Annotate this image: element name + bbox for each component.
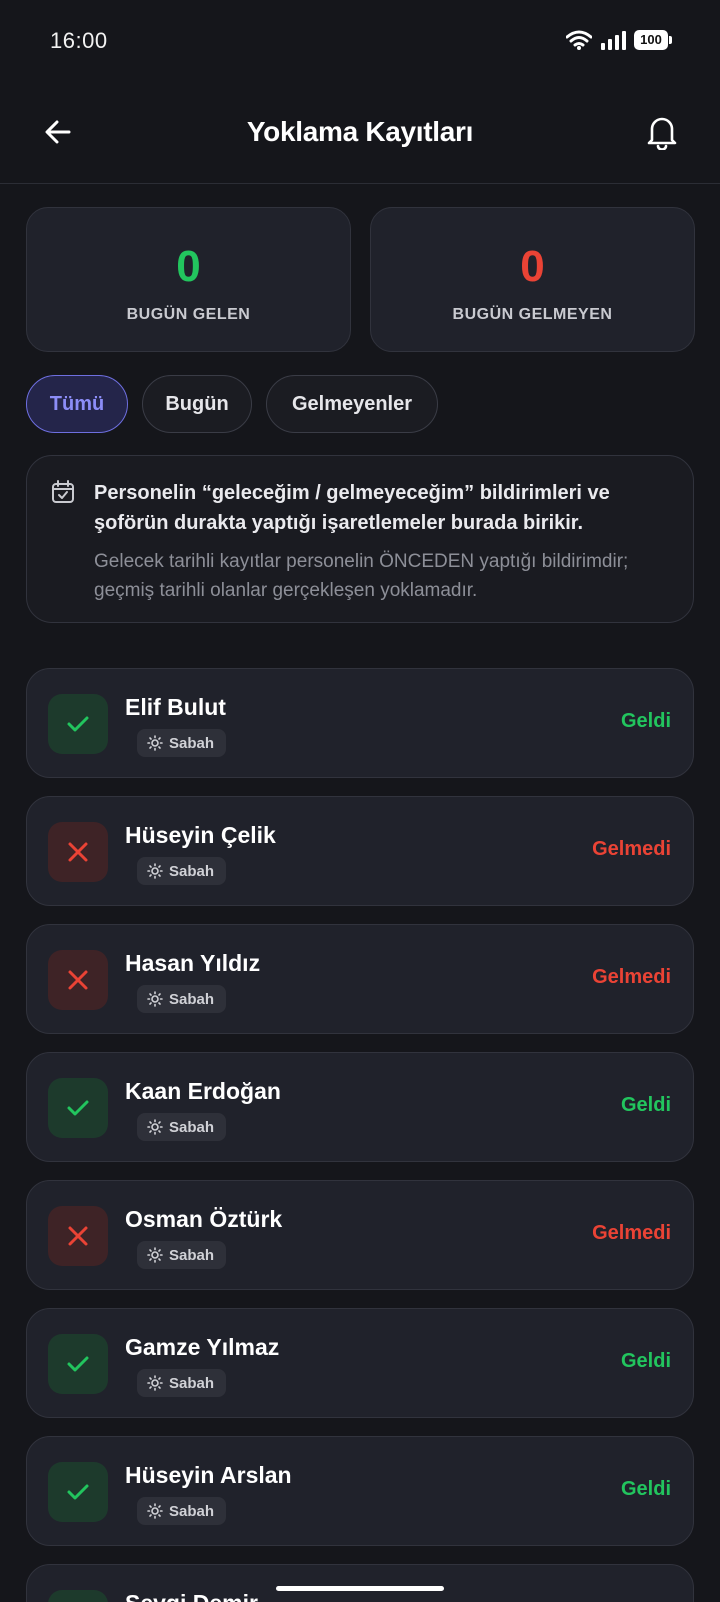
filter-chip-all[interactable]: Tümü [26, 375, 128, 433]
sun-icon [147, 991, 163, 1007]
shift-badge: Sabah [137, 1241, 227, 1269]
attendance-status-icon [48, 1462, 108, 1522]
attendance-record[interactable]: Kaan Erdoğan Sabah Geldi [26, 1052, 694, 1162]
attendance-status-icon [48, 950, 108, 1010]
wifi-icon [566, 30, 592, 50]
home-indicator[interactable] [276, 1586, 444, 1591]
attendance-status-icon [48, 1078, 108, 1138]
check-icon [67, 716, 89, 732]
status-icons: 100 [566, 30, 672, 50]
sun-icon [147, 1375, 163, 1391]
battery-indicator: 100 [634, 30, 672, 50]
check-icon [67, 1484, 89, 1500]
record-status: Geldi [620, 1478, 671, 1500]
attendance-status-icon [48, 822, 108, 882]
sun-icon [147, 1119, 163, 1135]
signal-icon [601, 31, 626, 50]
status-time: 16:00 [50, 28, 108, 53]
shift-badge: Sabah [137, 1497, 227, 1525]
attendance-record[interactable]: Hasan Yıldız Sabah Gelmedi [26, 924, 694, 1034]
stat-came-label: BUGÜN GELEN [126, 306, 251, 323]
attendance-status-icon [48, 694, 108, 754]
attendance-record[interactable]: Osman Öztürk Sabah Gelmedi [26, 1180, 694, 1290]
shift-badge: Sabah [137, 1369, 227, 1397]
shift-badge: Sabah [137, 729, 227, 757]
shift-badge: Sabah [137, 857, 227, 885]
shift-label: Sabah [169, 862, 215, 880]
filter-chip-absentees[interactable]: Gelmeyenler [266, 375, 438, 433]
record-status: Gelmedi [592, 966, 671, 988]
bell-icon [647, 117, 677, 150]
sun-icon [147, 1247, 163, 1263]
attendance-record[interactable]: Hüseyin Çelik Sabah Gelmedi [26, 796, 694, 906]
record-name: Hüseyin Çelik [125, 822, 276, 848]
info-sub-text: Gelecek tarihli kayıtlar personelin ÖNCE… [94, 551, 629, 601]
close-icon [68, 970, 88, 990]
attendance-status-icon [48, 1334, 108, 1394]
stat-came-value: 0 [176, 242, 201, 291]
attendance-status-icon [48, 1206, 108, 1266]
shift-label: Sabah [169, 1374, 215, 1392]
attendance-record[interactable]: Gamze Yılmaz Sabah Geldi [26, 1308, 694, 1418]
sun-icon [147, 863, 163, 879]
status-bar: 16:00 100 [0, 0, 720, 82]
shift-badge: Sabah [137, 985, 227, 1013]
record-name: Gamze Yılmaz [125, 1334, 280, 1360]
shift-badge: Sabah [137, 1113, 227, 1141]
check-icon [67, 1100, 89, 1116]
shift-label: Sabah [169, 734, 215, 752]
record-status: Geldi [620, 1350, 671, 1372]
attendance-record[interactable]: Sevgi DemirSabahGeldi [26, 1564, 694, 1602]
filter-chip-today[interactable]: Bugün [142, 375, 252, 433]
shift-label: Sabah [169, 1502, 215, 1520]
close-icon [68, 1226, 88, 1246]
record-name: Sevgi Demir [125, 1590, 258, 1602]
notifications-button[interactable] [638, 108, 686, 156]
record-name: Hasan Yıldız [125, 950, 261, 976]
attendance-record[interactable]: Elif Bulut Sabah Geldi [26, 668, 694, 778]
record-name: Hüseyin Arslan [125, 1462, 292, 1488]
close-icon [68, 842, 88, 862]
record-status: Gelmedi [592, 1222, 671, 1244]
record-name: Osman Öztürk [125, 1206, 283, 1232]
screen: 16:00 100 Yoklama Kayıtları 0 BUGÜN GELE… [0, 0, 720, 1602]
info-main-text: Personelin “geleceğim / gelmeyeceğim” bi… [94, 482, 610, 534]
page-title: Yoklama Kayıtları [246, 116, 474, 147]
shift-label: Sabah [169, 990, 215, 1008]
record-status: Geldi [620, 1094, 671, 1116]
sun-icon [147, 735, 163, 751]
shift-label: Sabah [169, 1246, 215, 1264]
record-status: Geldi [620, 710, 671, 732]
check-icon [67, 1356, 89, 1372]
record-name: Elif Bulut [125, 694, 226, 720]
stat-absent-value: 0 [520, 242, 545, 291]
sun-icon [147, 1503, 163, 1519]
record-name: Kaan Erdoğan [125, 1078, 281, 1104]
stat-absent-label: BUGÜN GELMEYEN [452, 306, 613, 323]
app-header: Yoklama Kayıtları [0, 82, 720, 184]
info-box: Personelin “geleceğim / gelmeyeceğim” bi… [26, 455, 694, 623]
stat-card-came-today: 0 BUGÜN GELEN [26, 207, 351, 352]
stat-card-absent-today: 0 BUGÜN GELMEYEN [370, 207, 695, 352]
shift-label: Sabah [169, 1118, 215, 1136]
record-status: Gelmedi [592, 838, 671, 860]
attendance-record[interactable]: Hüseyin Arslan Sabah Geldi [26, 1436, 694, 1546]
attendance-status-icon [48, 1590, 108, 1602]
calendar-check-icon [52, 480, 74, 503]
